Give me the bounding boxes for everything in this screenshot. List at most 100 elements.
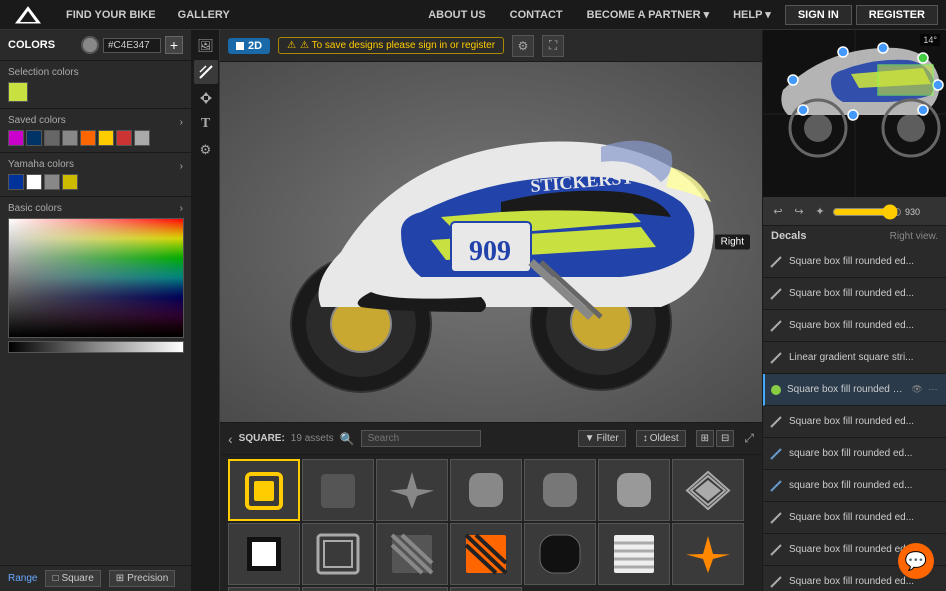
settings-icon-btn[interactable]: ⚙ [512,35,534,57]
save-warning-banner[interactable]: ⚠ ⚠ To save designs please sign in or re… [278,37,504,54]
nav-become-partner[interactable]: BECOME A PARTNER ▾ [577,0,719,30]
decal-pen-icon-2 [769,319,783,333]
decal-label-5: Square box fill rounded ed... [789,416,940,427]
chat-bubble-button[interactable]: 💬 [898,543,934,579]
color-hex-input[interactable] [103,38,161,53]
nav-gallery[interactable]: GALLERY [168,0,240,30]
asset-item-2[interactable] [376,459,448,521]
range-link[interactable]: Range [8,573,37,584]
assets-back-button[interactable]: ‹ [228,431,233,447]
saved-colors-title: Saved colors [8,115,66,126]
decal-item-7[interactable]: square box fill rounded ed... [763,470,946,502]
decal-item-6[interactable]: square box fill rounded ed... [763,438,946,470]
nav-contact[interactable]: CONTACT [500,0,573,30]
yamaha-swatch-1[interactable] [26,174,42,190]
main-area: COLORS + Selection colors Saved colors › [0,30,946,591]
text-tool-button[interactable]: T [194,112,218,136]
decal-item-2[interactable]: Square box fill rounded ed... [763,310,946,342]
asset-item-10[interactable] [450,523,522,585]
opacity-slider[interactable] [832,204,902,220]
motorcycle-canvas[interactable]: 909 STICKERSTOKE Right [220,62,762,422]
nav-about-us[interactable]: ABOUT US [418,0,495,30]
asset-item-11[interactable] [524,523,596,585]
filter-button[interactable]: ▼ Filter [578,430,626,447]
saved-colors-expand[interactable]: › [180,117,183,128]
assets-search-input[interactable] [361,430,481,447]
undo-button[interactable]: ↩ [769,203,787,221]
saved-swatch-1[interactable] [26,130,42,146]
saved-swatch-3[interactable] [62,130,78,146]
asset-item-17[interactable] [450,587,522,591]
precision-icon: ⊞ [116,573,124,584]
asset-item-8[interactable] [302,523,374,585]
decal-item-5[interactable]: Square box fill rounded ed... [763,406,946,438]
precision-button[interactable]: ⊞ Precision [109,570,176,587]
selection-swatch-0[interactable] [8,82,28,102]
yamaha-swatch-3[interactable] [62,174,78,190]
asset-item-7[interactable] [228,523,300,585]
asset-item-12[interactable] [598,523,670,585]
asset-item-13[interactable] [672,523,744,585]
saved-swatch-2[interactable] [44,130,60,146]
minimap-angle-display: 14° [920,34,940,46]
asset-item-16[interactable] [376,587,448,591]
grid-view-small[interactable]: ⊞ [696,430,714,447]
decal-item-4[interactable]: Square box fill rounded ed... 👁 ⋯ [763,374,946,406]
decal-item-3[interactable]: Linear gradient square stri... [763,342,946,374]
nav-find-your-bike[interactable]: FIND YOUR BIKE [56,0,166,30]
redo-button[interactable]: ↪ [790,203,808,221]
asset-item-5[interactable] [598,459,670,521]
asset-item-3[interactable] [450,459,522,521]
image-tool-button[interactable]: 🖼 [194,34,218,58]
transform-button[interactable]: ✦ [811,203,829,221]
color-circle-swatch[interactable] [81,36,99,54]
decal-color-dot-4 [771,385,781,395]
selection-colors-section: Selection colors [0,61,191,109]
gray-bar-slider[interactable] [8,341,184,353]
asset-item-0[interactable] [228,459,300,521]
saved-swatch-6[interactable] [116,130,132,146]
square-button[interactable]: □ Square [45,570,100,587]
move-tool-button[interactable] [194,86,218,110]
filter-icon: ▼ [585,433,595,444]
decal-pen-icon-0 [769,255,783,269]
sort-button[interactable]: ↕ Oldest [636,430,686,447]
decal-item-0[interactable]: Square box fill rounded ed... [763,246,946,278]
decal-item-1[interactable]: Square box fill rounded ed... [763,278,946,310]
asset-item-4[interactable] [524,459,596,521]
settings-tool-button[interactable]: ⚙ [194,138,218,162]
motorcycle-image: 909 STICKERSTOKE [221,82,761,402]
grid-view-large[interactable]: ⊟ [716,430,734,447]
saved-swatch-5[interactable] [98,130,114,146]
draw-tool-button[interactable] [194,60,218,84]
nav-help[interactable]: HELP ▾ [723,0,781,30]
saved-swatch-4[interactable] [80,130,96,146]
add-color-button[interactable]: + [165,36,183,54]
expand-assets-button[interactable]: ⤢ [744,431,754,446]
asset-item-15[interactable] [302,587,374,591]
asset-item-9[interactable] [376,523,448,585]
asset-item-14[interactable] [228,587,300,591]
asset-item-6[interactable] [672,459,744,521]
decal-pen-icon-5 [769,415,783,429]
yamaha-colors-expand[interactable]: › [180,161,183,172]
decal-action-more-4[interactable]: ⋯ [926,383,940,397]
minimap[interactable]: 14° [763,30,946,198]
yamaha-swatch-0[interactable] [8,174,24,190]
color-gradient-picker[interactable] [8,218,184,338]
view-2d-button[interactable]: 2D [228,38,270,54]
right-view-label: Right view. [890,231,938,242]
basic-colors-expand[interactable]: › [180,203,183,214]
register-button[interactable]: REGISTER [856,5,938,25]
logo[interactable] [8,5,48,25]
fullscreen-icon-btn[interactable]: ⛶ [542,35,564,57]
yamaha-colors-section: Yamaha colors › [0,153,191,197]
saved-swatch-0[interactable] [8,130,24,146]
asset-item-1[interactable] [302,459,374,521]
decal-item-8[interactable]: Square box fill rounded ed... [763,502,946,534]
sign-in-button[interactable]: SIGN IN [785,5,852,25]
decal-action-eye-4[interactable]: 👁 [910,383,924,397]
decal-actions-4: 👁 ⋯ [910,383,940,397]
yamaha-swatch-2[interactable] [44,174,60,190]
saved-swatch-7[interactable] [134,130,150,146]
